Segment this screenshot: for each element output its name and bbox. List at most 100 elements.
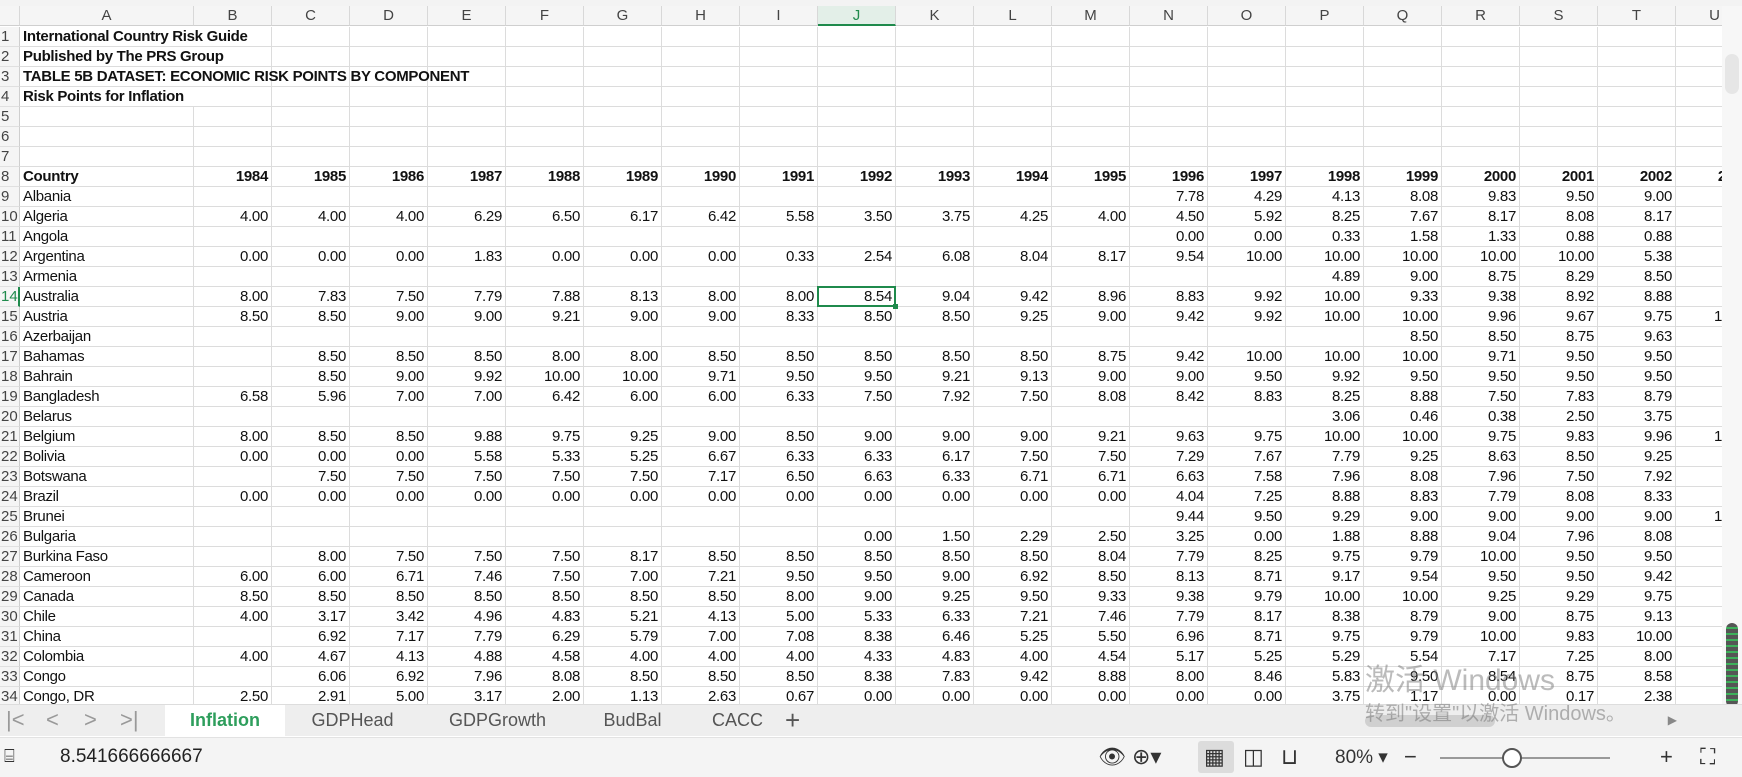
value-cell[interactable]: 0.00 (896, 686, 974, 704)
value-cell[interactable] (584, 326, 662, 347)
value-cell[interactable]: 5.58 (740, 206, 818, 227)
value-cell[interactable]: 10.00 (1442, 626, 1520, 647)
value-cell[interactable]: 0.00 (350, 486, 428, 507)
value-cell[interactable]: 8.25 (1286, 386, 1364, 407)
cell[interactable] (1286, 86, 1364, 107)
value-cell[interactable]: 3.42 (350, 606, 428, 627)
value-cell[interactable] (350, 526, 428, 547)
value-cell[interactable]: 9.50 (1520, 186, 1598, 207)
value-cell[interactable] (1676, 267, 1722, 287)
value-cell[interactable]: 9.75 (1286, 546, 1364, 567)
value-cell[interactable]: 1.13 (584, 686, 662, 704)
value-cell[interactable]: 7.88 (506, 286, 584, 307)
value-cell[interactable]: 4.13 (662, 606, 740, 627)
row-header[interactable]: 16 (0, 326, 20, 347)
value-cell[interactable]: 5.33 (818, 606, 896, 627)
value-cell[interactable] (584, 506, 662, 527)
row-header[interactable]: 4 (0, 86, 20, 107)
value-cell[interactable]: 4.00 (350, 206, 428, 227)
value-cell[interactable]: 9.75 (506, 426, 584, 447)
value-cell[interactable]: 2.50 (194, 686, 272, 704)
value-cell[interactable]: 7.96 (1442, 466, 1520, 487)
page-break-view-icon[interactable]: ◫ (1243, 744, 1264, 770)
value-cell[interactable]: 10.00 (1286, 426, 1364, 447)
value-cell[interactable]: 8.50 (428, 586, 506, 607)
cell[interactable] (818, 126, 896, 147)
row-header[interactable]: 25 (0, 506, 20, 527)
country-cell[interactable]: Colombia (20, 646, 194, 667)
value-cell[interactable] (1208, 406, 1286, 427)
value-cell[interactable]: 0.00 (584, 246, 662, 267)
cell[interactable] (974, 106, 1052, 127)
cell[interactable] (896, 106, 974, 127)
cell[interactable] (818, 146, 896, 167)
value-cell[interactable]: 9.00 (350, 366, 428, 387)
value-cell[interactable] (1052, 506, 1130, 527)
column-header-e[interactable]: E (428, 6, 506, 26)
value-cell[interactable]: 6.33 (896, 606, 974, 627)
value-cell[interactable]: 7.46 (428, 566, 506, 587)
value-cell[interactable]: 0.00 (272, 446, 350, 467)
value-cell[interactable]: 4.67 (272, 646, 350, 667)
value-cell[interactable]: 0.00 (272, 246, 350, 267)
value-cell[interactable]: 2.50 (1520, 406, 1598, 427)
cell[interactable] (584, 146, 662, 167)
value-cell[interactable]: 8.00 (506, 346, 584, 367)
cell[interactable] (1520, 146, 1598, 167)
value-cell[interactable]: 4.83 (896, 646, 974, 667)
value-cell[interactable]: 4.29 (1208, 186, 1286, 207)
value-cell[interactable]: 7.50 (1442, 386, 1520, 407)
row-header[interactable]: 12 (0, 246, 20, 267)
cell[interactable] (1052, 86, 1130, 107)
country-cell[interactable]: Albania (20, 186, 194, 207)
value-cell[interactable]: 6.00 (272, 566, 350, 587)
value-cell[interactable]: 9.88 (428, 426, 506, 447)
row-header[interactable]: 8 (0, 166, 20, 187)
value-cell[interactable]: 0.00 (584, 486, 662, 507)
value-cell[interactable] (1676, 487, 1722, 507)
horizontal-scrollbar[interactable]: ▶ (1335, 713, 1695, 729)
value-cell[interactable]: 1.88 (1286, 526, 1364, 547)
value-cell[interactable] (1676, 667, 1722, 687)
value-cell[interactable]: 9.00 (1598, 506, 1676, 527)
cell[interactable] (1052, 26, 1130, 47)
cell[interactable] (1520, 106, 1598, 127)
value-cell[interactable] (818, 226, 896, 247)
title-cell[interactable]: TABLE 5B DATASET: ECONOMIC RISK POINTS B… (20, 67, 469, 87)
value-cell[interactable]: 7.25 (1208, 486, 1286, 507)
value-cell[interactable]: 4.00 (194, 606, 272, 627)
value-cell[interactable]: 4.00 (194, 646, 272, 667)
value-cell[interactable]: 8.92 (1520, 286, 1598, 307)
value-cell[interactable]: 9.00 (1130, 366, 1208, 387)
value-cell[interactable]: 7.21 (974, 606, 1052, 627)
cell[interactable] (1364, 26, 1442, 47)
cell[interactable] (1520, 46, 1598, 67)
value-cell[interactable]: 7.58 (1208, 466, 1286, 487)
value-cell[interactable]: 9.50 (1520, 566, 1598, 587)
row-header[interactable]: 13 (0, 266, 20, 287)
row-header[interactable]: 27 (0, 546, 20, 567)
cell[interactable] (1520, 86, 1598, 107)
value-cell[interactable]: 9.50 (818, 566, 896, 587)
value-cell[interactable]: 6.00 (662, 386, 740, 407)
value-cell[interactable] (818, 326, 896, 347)
value-cell[interactable]: 10.00 (1520, 246, 1598, 267)
value-cell[interactable]: 0.00 (818, 686, 896, 704)
cell[interactable] (1598, 26, 1676, 47)
cell[interactable] (1052, 146, 1130, 167)
cell[interactable] (350, 106, 428, 127)
value-cell[interactable]: 4.00 (662, 646, 740, 667)
value-cell[interactable] (194, 506, 272, 527)
column-header-t[interactable]: T (1598, 6, 1676, 26)
value-cell[interactable]: 7.46 (1052, 606, 1130, 627)
column-header-f[interactable]: F (506, 6, 584, 26)
value-cell[interactable]: 3.75 (896, 206, 974, 227)
value-cell[interactable]: 6.92 (272, 626, 350, 647)
value-cell[interactable]: 8.33 (1598, 486, 1676, 507)
value-cell[interactable] (974, 326, 1052, 347)
value-cell[interactable]: 9.29 (1286, 506, 1364, 527)
cell[interactable] (506, 106, 584, 127)
value-cell[interactable]: 8.50 (818, 546, 896, 567)
cell[interactable] (1520, 126, 1598, 147)
value-cell[interactable]: 8.58 (1598, 666, 1676, 687)
